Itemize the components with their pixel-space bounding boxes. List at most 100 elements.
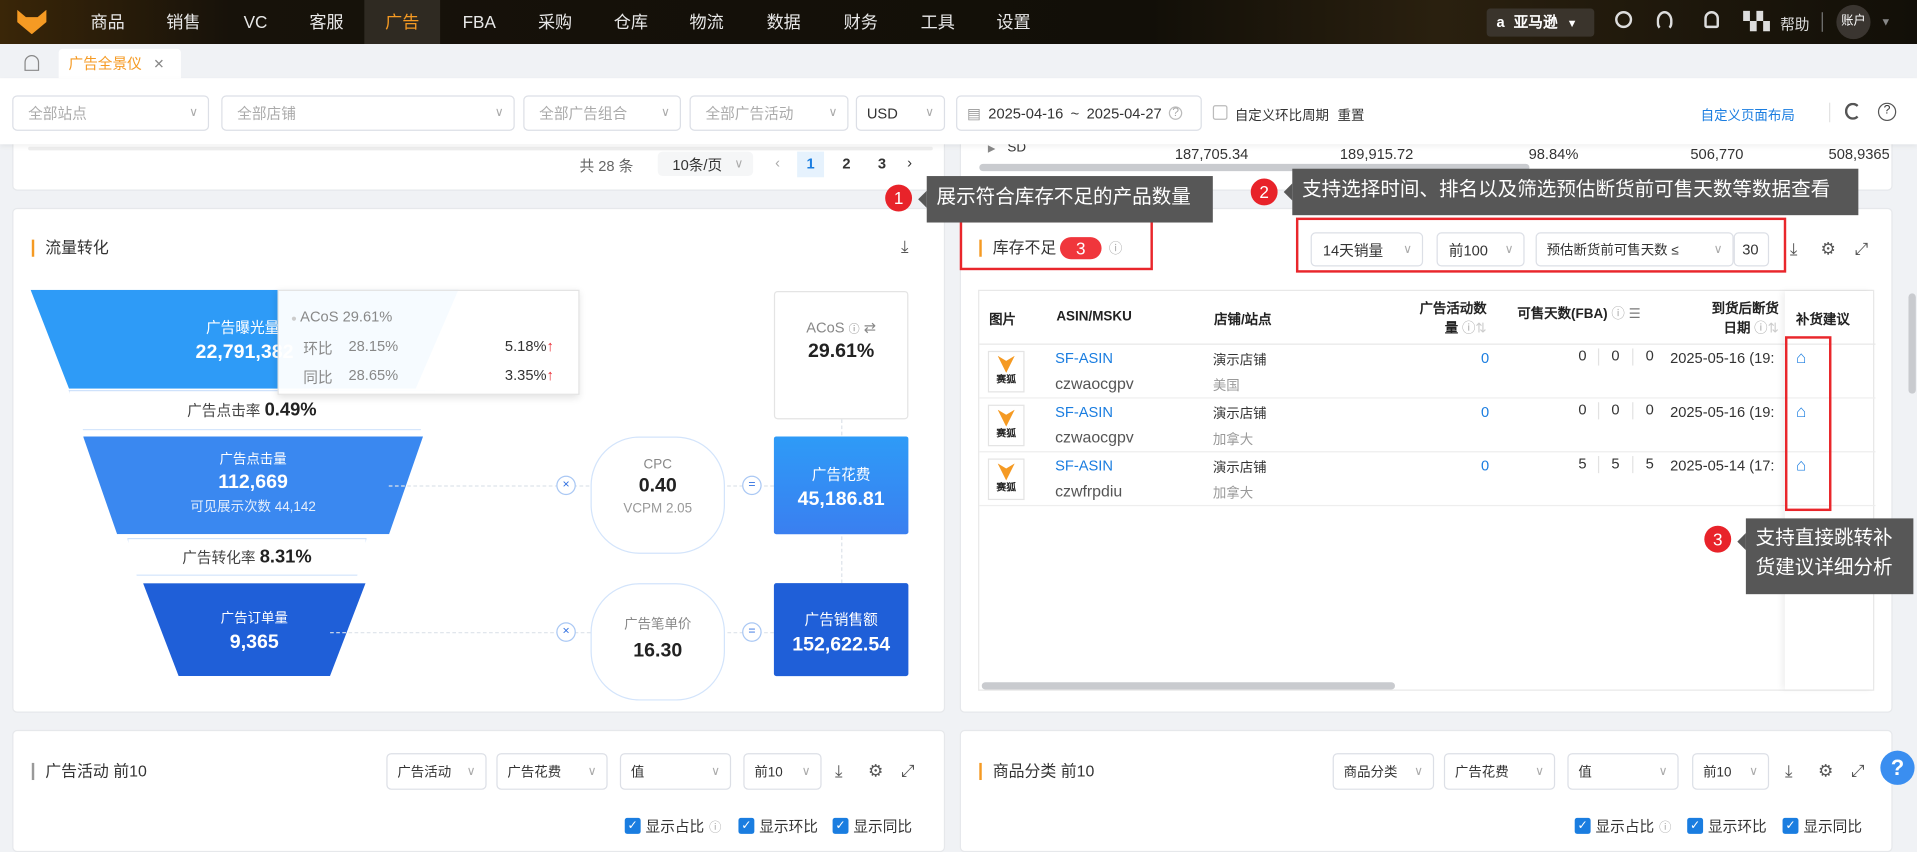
help-icon[interactable]: ?	[1877, 102, 1897, 122]
nav-item-tools[interactable]: 工具	[900, 0, 976, 44]
apps-grid-icon[interactable]: ▚▚	[1743, 12, 1769, 29]
spend-box[interactable]: 广告花费 45,186.81	[773, 436, 909, 535]
help-icon[interactable]: ⓘ	[1659, 817, 1671, 835]
expand-icon[interactable]: ⤢	[1851, 760, 1865, 781]
nav-item-purchase[interactable]: 采购	[517, 0, 593, 44]
vertical-scrollbar[interactable]	[1908, 293, 1916, 394]
download-icon[interactable]: ⤓	[835, 760, 843, 781]
help-icon[interactable]: ⓘ	[709, 817, 721, 835]
mode-select[interactable]: 值 ∨	[1567, 753, 1679, 790]
expand-icon[interactable]: ▶	[988, 143, 996, 154]
expand-icon[interactable]: ⤢	[1855, 238, 1869, 259]
page-3[interactable]: 3	[878, 155, 886, 172]
bell-icon[interactable]	[1704, 11, 1719, 29]
show-mom-checkbox[interactable]: ✓ 显示环比	[738, 815, 818, 836]
download-icon[interactable]: ⤓	[901, 236, 909, 257]
marketplace-switch[interactable]: a 亚马逊 ▼	[1486, 8, 1595, 37]
page-size-select[interactable]: 10条/页 ∨	[657, 151, 754, 177]
nav-item-data[interactable]: 数据	[746, 0, 822, 44]
caret-down-icon[interactable]: ▼	[1880, 16, 1891, 28]
nav-item-warehouse[interactable]: 仓库	[593, 0, 669, 44]
horizontal-scrollbar[interactable]	[981, 682, 1395, 690]
avatar[interactable]: 账户	[1836, 4, 1871, 40]
header-date-line2: 日期	[1723, 321, 1751, 337]
asin-link[interactable]: SF-ASIN	[1055, 403, 1113, 420]
date-range-picker[interactable]: ▤ 2025-04-16 ~ 2025-04-27 ?	[956, 95, 1202, 131]
sort-icon[interactable]: ⇅	[1768, 322, 1779, 337]
prev-page-button[interactable]: ‹	[775, 154, 780, 171]
close-icon[interactable]: ✕	[153, 57, 164, 72]
header-days[interactable]: 可售天数(FBA) ⓘ ☰	[1517, 303, 1640, 323]
show-share-checkbox[interactable]: ✓ 显示占比 ⓘ	[1574, 815, 1671, 836]
campaign-select[interactable]: 全部广告活动 ∨	[689, 95, 849, 131]
annotation-callout: 支持直接跳转补 货建议详细分析	[1737, 518, 1914, 595]
home-icon[interactable]	[24, 55, 40, 71]
arrow-up-icon: ↑	[546, 366, 554, 384]
campaign-count-link[interactable]: 0	[1474, 350, 1489, 367]
column-settings-icon[interactable]: ☰	[1629, 307, 1641, 322]
shop-select[interactable]: 全部店铺 ∨	[221, 95, 515, 131]
nav-item-logistics[interactable]: 物流	[669, 0, 745, 44]
custom-period-checkbox[interactable]	[1212, 105, 1228, 120]
help-icon[interactable]: ?	[1168, 106, 1183, 120]
nav-item-vc[interactable]: VC	[218, 0, 294, 44]
nav-item-settings[interactable]: 设置	[976, 0, 1052, 44]
show-mom-checkbox[interactable]: ✓ 显示环比	[1687, 815, 1767, 836]
show-yoy-checkbox[interactable]: ✓ 显示同比	[832, 815, 912, 836]
help-icon[interactable]: ⓘ	[1611, 307, 1624, 322]
asin-link[interactable]: SF-ASIN	[1055, 457, 1113, 474]
download-icon[interactable]: ⤓	[1790, 238, 1798, 259]
download-icon[interactable]: ⤓	[1785, 760, 1793, 781]
top-n-select[interactable]: 前10 ∨	[743, 753, 822, 790]
page-2[interactable]: 2	[842, 155, 850, 172]
next-page-button[interactable]: ›	[907, 154, 912, 171]
top-n-select[interactable]: 前10 ∨	[1692, 753, 1770, 790]
dimension-select[interactable]: 商品分类 ∨	[1332, 753, 1435, 790]
metric-select[interactable]: 广告花费 ∨	[1443, 753, 1556, 790]
ad-group-select[interactable]: 全部广告组合 ∨	[523, 95, 681, 131]
header-campaigns[interactable]: 广告活动数量 ⓘ⇅	[1383, 298, 1486, 337]
header-stockout-date[interactable]: 到货后断货 日期 ⓘ⇅	[1679, 298, 1779, 337]
campaign-count-link[interactable]: 0	[1474, 403, 1489, 420]
show-share-checkbox[interactable]: ✓ 显示占比 ⓘ	[624, 815, 721, 836]
nav-item-service[interactable]: 客服	[289, 0, 365, 44]
headset-icon[interactable]	[1656, 11, 1673, 31]
site-select[interactable]: 全部站点 ∨	[12, 95, 210, 131]
expand-icon[interactable]: ⤢	[901, 760, 915, 781]
funnel-clicks[interactable]: 广告点击量 112,669 可见展示次数 44,142	[83, 436, 424, 535]
settings-icon[interactable]: ⚙	[868, 760, 883, 781]
search-icon[interactable]	[1615, 11, 1633, 29]
header-image: 图片	[989, 312, 1016, 328]
custom-layout-link[interactable]: 自定义页面布局	[1701, 105, 1795, 125]
refresh-icon[interactable]	[1844, 102, 1861, 120]
nav-item-fba[interactable]: FBA	[441, 0, 517, 44]
tab-ad-overview[interactable]: 广告全景仪 ✕	[58, 48, 181, 79]
nav-item-sales[interactable]: 销售	[145, 0, 221, 44]
reset-button[interactable]: 重置	[1338, 105, 1365, 125]
page-1[interactable]: 1	[797, 151, 825, 178]
currency-select[interactable]: USD ∨	[855, 95, 946, 131]
horizontal-scrollbar[interactable]	[28, 146, 933, 151]
settings-icon[interactable]: ⚙	[1818, 760, 1833, 781]
floating-help-button[interactable]: ?	[1880, 750, 1915, 785]
swap-icon[interactable]: ⇄	[864, 319, 876, 336]
nav-item-ads[interactable]: 广告	[364, 0, 441, 45]
mode-select[interactable]: 值 ∨	[619, 753, 732, 790]
yoy-change-value: 3.35%	[504, 366, 547, 384]
dimension-select[interactable]: 广告活动 ∨	[386, 753, 487, 790]
help-link[interactable]: 帮助	[1780, 13, 1809, 34]
metric-select[interactable]: 广告花费 ∨	[496, 753, 608, 790]
logo-icon[interactable]	[17, 9, 47, 35]
asin-link[interactable]: SF-ASIN	[1055, 350, 1113, 367]
nav-item-finance[interactable]: 财务	[823, 0, 899, 44]
sort-icon[interactable]: ⇅	[1475, 322, 1486, 337]
sales-box[interactable]: 广告销售额 152,622.54	[773, 583, 909, 677]
help-icon[interactable]: ⓘ	[1754, 322, 1767, 337]
show-yoy-checkbox[interactable]: ✓ 显示同比	[1782, 815, 1862, 836]
help-icon[interactable]: ⓘ	[849, 323, 860, 335]
help-icon[interactable]: ⓘ	[1462, 322, 1475, 337]
funnel-orders[interactable]: 广告订单量 9,365	[143, 583, 366, 677]
settings-icon[interactable]: ⚙	[1820, 238, 1835, 259]
campaign-count-link[interactable]: 0	[1474, 457, 1489, 474]
nav-item-products[interactable]: 商品	[70, 0, 146, 44]
